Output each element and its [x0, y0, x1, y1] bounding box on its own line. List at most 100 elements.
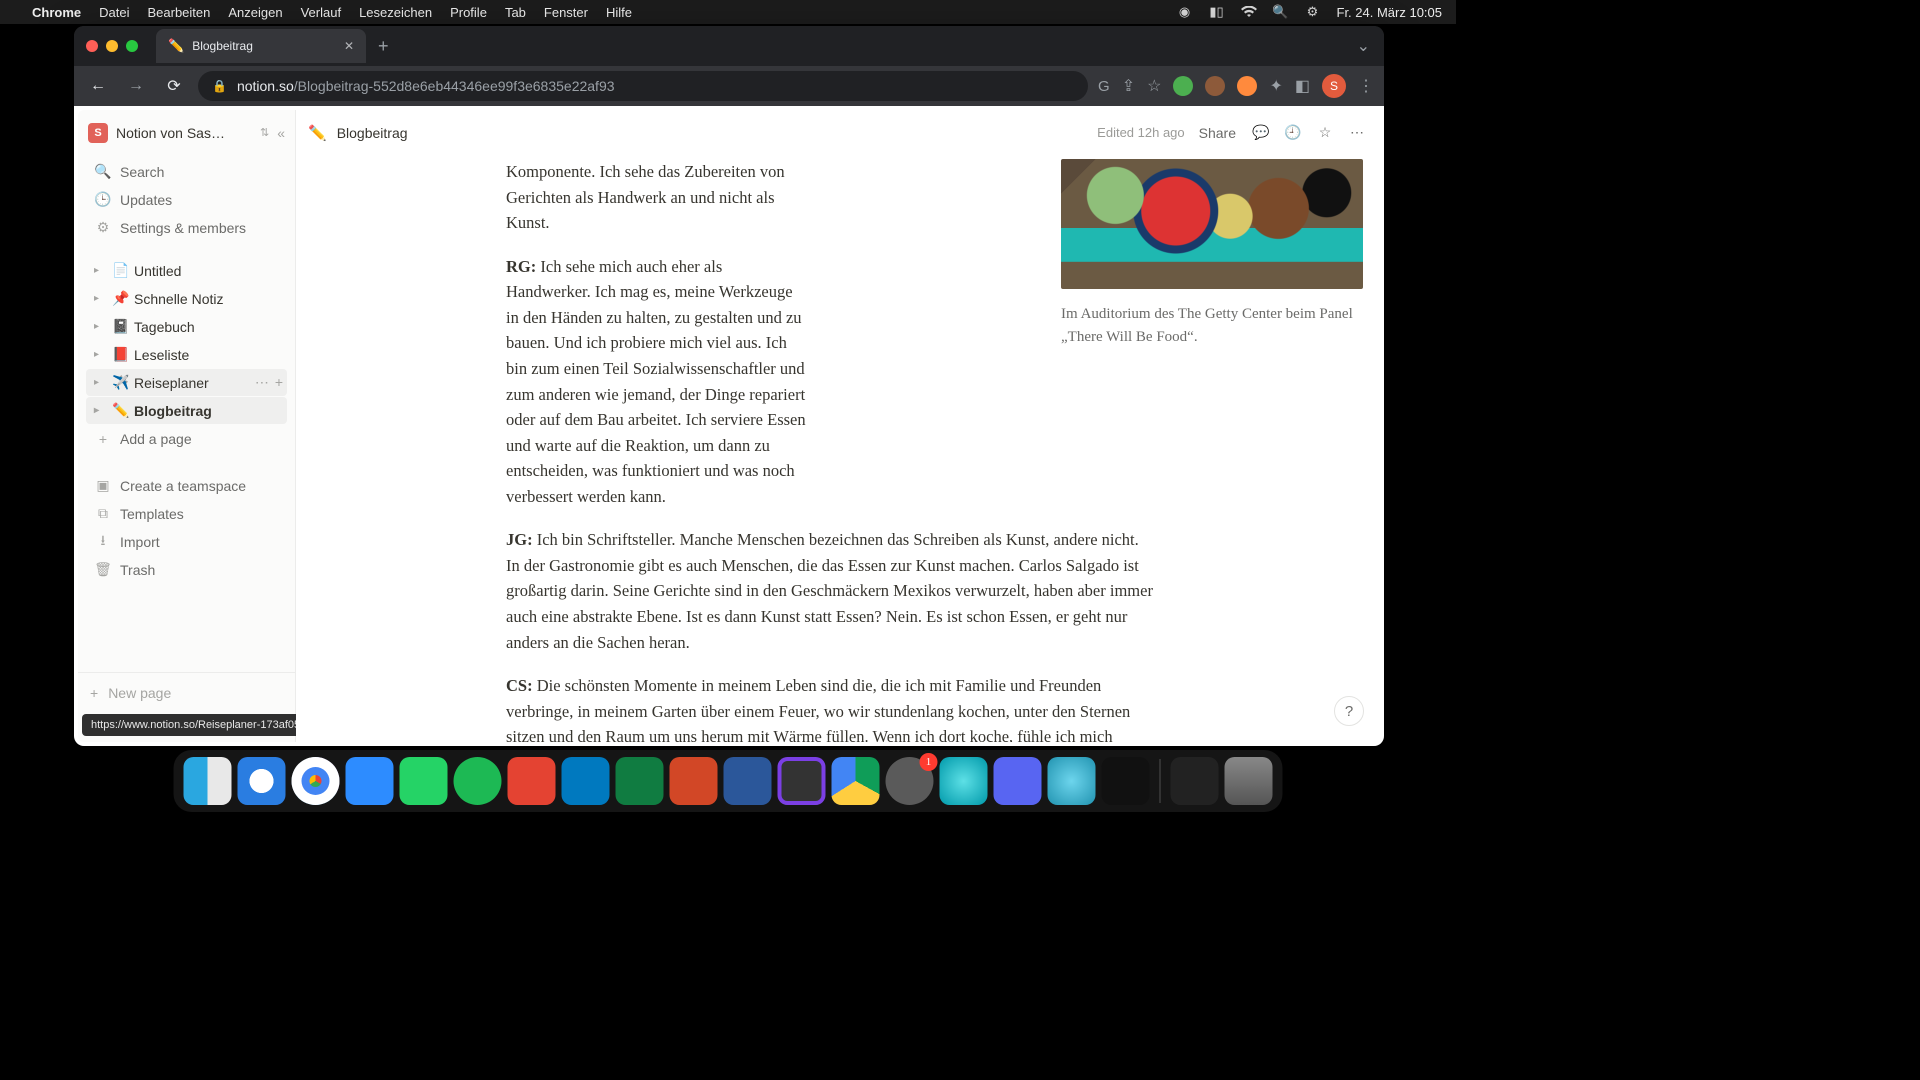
extensions-puzzle-icon[interactable]: ✦ — [1269, 76, 1282, 96]
new-tab-button[interactable]: + — [378, 36, 389, 57]
bookmark-star-icon[interactable]: ☆ — [1147, 76, 1161, 96]
record-icon[interactable]: ◉ — [1177, 4, 1193, 20]
menubar-app-name[interactable]: Chrome — [32, 5, 81, 20]
dock-powerpoint[interactable] — [670, 757, 718, 805]
sidebar-templates[interactable]: ⧉Templates — [86, 500, 287, 527]
browser-tab[interactable]: ✏️ Blogbeitrag ✕ — [156, 29, 366, 63]
dock-discord[interactable] — [994, 757, 1042, 805]
window-minimize-button[interactable] — [106, 40, 118, 52]
sidebar-page-reiseplaner[interactable]: ▸✈️Reiseplaner ⋯+ — [86, 369, 287, 396]
menu-tab[interactable]: Tab — [505, 5, 526, 20]
sidebar-settings[interactable]: ⚙Settings & members — [86, 214, 287, 241]
chevron-updown-icon: ⇅ — [260, 126, 269, 139]
sidebar-search[interactable]: 🔍Search — [86, 158, 287, 185]
menu-hilfe[interactable]: Hilfe — [606, 5, 632, 20]
pencil-icon: ✏️ — [112, 402, 130, 419]
document-body[interactable]: Komponente. Ich sehe das Zubereiten von … — [296, 155, 1380, 742]
chrome-menu-icon[interactable]: ⋮ — [1358, 76, 1374, 96]
favorite-star-icon[interactable]: ☆ — [1314, 124, 1336, 141]
dock-safari[interactable] — [238, 757, 286, 805]
profile-avatar[interactable]: S — [1322, 74, 1346, 98]
menu-profile[interactable]: Profile — [450, 5, 487, 20]
sidebar-page-schnelle-notiz[interactable]: ▸📌Schnelle Notiz — [86, 285, 287, 312]
address-bar[interactable]: 🔒 notion.so/Blogbeitrag-552d8e6eb44346ee… — [198, 71, 1088, 101]
share-button[interactable]: Share — [1195, 125, 1240, 141]
dock-zoom[interactable] — [346, 757, 394, 805]
dock-whatsapp[interactable] — [400, 757, 448, 805]
chevron-right-icon[interactable]: ▸ — [94, 293, 108, 304]
workspace-switcher[interactable]: S Notion von Sas… ⇅ « — [78, 110, 295, 155]
extension-orange-icon[interactable] — [1237, 76, 1257, 96]
dock-quicktime[interactable] — [1048, 757, 1096, 805]
sidebar-trash[interactable]: 🗑Trash — [86, 556, 287, 583]
sidebar-add-page[interactable]: +Add a page — [86, 425, 287, 452]
window-close-button[interactable] — [86, 40, 98, 52]
dock-excel[interactable] — [616, 757, 664, 805]
menu-bearbeiten[interactable]: Bearbeiten — [147, 5, 210, 20]
chevron-right-icon[interactable]: ▸ — [94, 405, 108, 416]
extension-green-icon[interactable] — [1173, 76, 1193, 96]
dock-google-drive[interactable] — [832, 757, 880, 805]
sidebar-page-tagebuch[interactable]: ▸📓Tagebuch — [86, 313, 287, 340]
paragraph[interactable]: RG: Ich sehe mich auch eher als Handwerk… — [506, 254, 806, 510]
dock-imovie[interactable] — [778, 757, 826, 805]
figure-block[interactable]: Im Auditorium des The Getty Center beim … — [1061, 159, 1363, 348]
sidebar-updates[interactable]: 🕒Updates — [86, 186, 287, 213]
forward-button[interactable]: → — [122, 77, 150, 95]
page-add-icon[interactable]: + — [275, 374, 283, 391]
chevron-right-icon[interactable]: ▸ — [94, 321, 108, 332]
tab-list-chevron-icon[interactable]: ⌄ — [1357, 36, 1370, 56]
chevron-right-icon[interactable]: ▸ — [94, 377, 108, 388]
menu-datei[interactable]: Datei — [99, 5, 129, 20]
dock-word[interactable] — [724, 757, 772, 805]
dock-spotify[interactable] — [454, 757, 502, 805]
reload-button[interactable]: ⟳ — [160, 76, 188, 96]
dock-app-cyan[interactable] — [940, 757, 988, 805]
page-more-icon[interactable]: ⋯ — [255, 374, 269, 391]
share-icon[interactable]: ⇪ — [1122, 76, 1135, 96]
menu-anzeigen[interactable]: Anzeigen — [228, 5, 282, 20]
dock-chrome[interactable] — [292, 757, 340, 805]
menubar-clock[interactable]: Fr. 24. März 10:05 — [1337, 5, 1443, 20]
menu-verlauf[interactable]: Verlauf — [301, 5, 341, 20]
dock-voice-memos[interactable] — [1102, 757, 1150, 805]
sidebar-create-teamspace[interactable]: ▣Create a teamspace — [86, 472, 287, 499]
notion-main: ✏️ Blogbeitrag Edited 12h ago Share 💬 🕘 … — [296, 110, 1380, 742]
dock-trello[interactable] — [562, 757, 610, 805]
comments-icon[interactable]: 💬 — [1250, 124, 1272, 141]
sidebar-import[interactable]: ⭳Import — [86, 528, 287, 555]
help-button[interactable]: ? — [1334, 696, 1364, 726]
chevron-right-icon[interactable]: ▸ — [94, 349, 108, 360]
sidebar-page-blogbeitrag[interactable]: ▸✏️Blogbeitrag — [86, 397, 287, 424]
battery-icon[interactable]: ▮▯ — [1209, 4, 1225, 20]
sidebar-new-page[interactable]: + New page — [78, 672, 295, 712]
dock-finder[interactable] — [184, 757, 232, 805]
collapse-sidebar-icon[interactable]: « — [277, 125, 285, 141]
window-maximize-button[interactable] — [126, 40, 138, 52]
extension-brown-icon[interactable] — [1205, 76, 1225, 96]
sidebar-page-leseliste[interactable]: ▸📕Leseliste — [86, 341, 287, 368]
google-translate-icon[interactable]: G — [1098, 78, 1110, 95]
spotlight-icon[interactable]: 🔍 — [1273, 4, 1289, 20]
sidebar-page-untitled[interactable]: ▸📄Untitled — [86, 257, 287, 284]
paragraph[interactable]: CS: Die schönsten Momente in meinem Lebe… — [506, 673, 1156, 742]
dock-mission-control[interactable] — [1171, 757, 1219, 805]
paragraph[interactable]: Komponente. Ich sehe das Zubereiten von … — [506, 159, 796, 236]
menu-lesezeichen[interactable]: Lesezeichen — [359, 5, 432, 20]
side-panel-icon[interactable]: ◧ — [1295, 76, 1310, 96]
back-button[interactable]: ← — [84, 77, 112, 95]
paragraph[interactable]: JG: Ich bin Schriftsteller. Manche Mensc… — [506, 527, 1156, 655]
history-icon[interactable]: 🕘 — [1282, 124, 1304, 141]
dock-todoist[interactable] — [508, 757, 556, 805]
more-menu-icon[interactable]: ⋯ — [1346, 124, 1368, 141]
dock-trash[interactable] — [1225, 757, 1273, 805]
dock-system-settings[interactable]: 1 — [886, 757, 934, 805]
breadcrumb-title[interactable]: Blogbeitrag — [337, 125, 408, 141]
control-center-icon[interactable]: ⚙ — [1305, 4, 1321, 20]
chevron-right-icon[interactable]: ▸ — [94, 265, 108, 276]
templates-icon: ⧉ — [94, 505, 112, 522]
menu-fenster[interactable]: Fenster — [544, 5, 588, 20]
tab-close-icon[interactable]: ✕ — [344, 39, 354, 53]
image-caption[interactable]: Im Auditorium des The Getty Center beim … — [1061, 303, 1363, 348]
wifi-icon[interactable] — [1241, 4, 1257, 20]
